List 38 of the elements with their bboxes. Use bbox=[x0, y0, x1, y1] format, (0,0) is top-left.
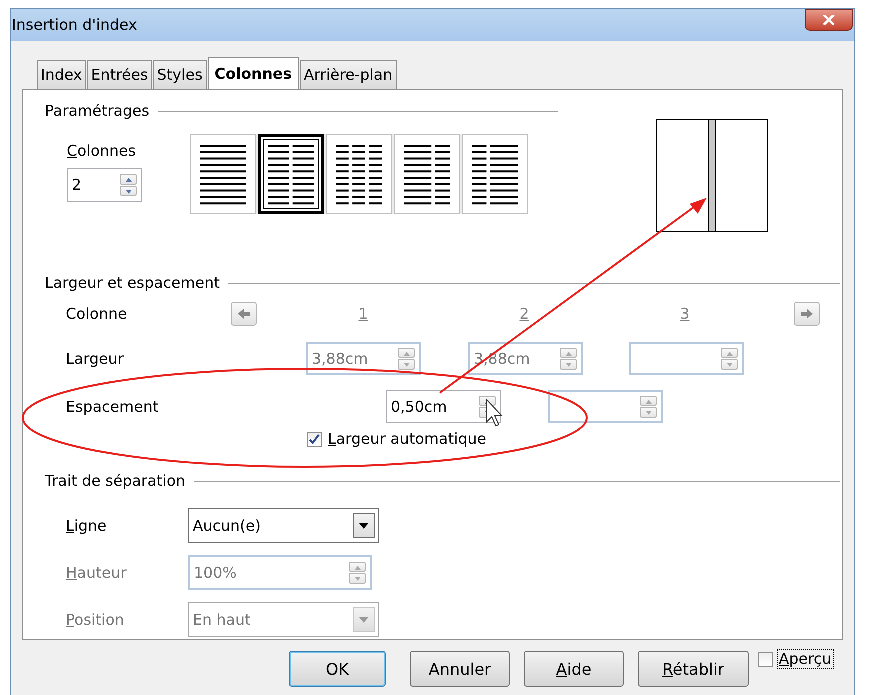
column-number: 2 bbox=[518, 305, 530, 323]
column-label: Colonne bbox=[66, 305, 128, 323]
spacing-label: Espacement bbox=[66, 398, 160, 416]
mouse-pointer-icon bbox=[486, 398, 504, 427]
columns-spin-field[interactable]: 2 bbox=[67, 168, 142, 202]
window-title: Insertion d'index bbox=[12, 16, 138, 34]
checkbox-label: Largeur automatique bbox=[328, 430, 487, 448]
close-icon bbox=[822, 15, 836, 25]
group-title: Paramétrages bbox=[45, 102, 150, 120]
dialog-button[interactable]: Rétablir bbox=[638, 651, 749, 687]
checkbox[interactable] bbox=[307, 432, 322, 446]
group-title: Trait de séparation bbox=[45, 472, 186, 490]
right-arrow-icon bbox=[801, 309, 813, 319]
dialog-button[interactable]: Aide bbox=[524, 651, 624, 687]
tab[interactable]: Index bbox=[37, 60, 86, 89]
tab[interactable]: Arrière-plan bbox=[300, 60, 397, 89]
close-button[interactable] bbox=[805, 9, 853, 31]
field-label: Ligne bbox=[66, 516, 108, 534]
tab[interactable]: Colonnes bbox=[208, 57, 300, 90]
width-label: Largeur bbox=[66, 350, 125, 368]
next-columns-button[interactable] bbox=[794, 302, 820, 326]
checkbox-label: Aperçu bbox=[777, 649, 834, 669]
field-label: Hauteur bbox=[66, 564, 128, 582]
column-layout-option[interactable] bbox=[258, 134, 324, 214]
group-title: Largeur et espacement bbox=[45, 274, 220, 292]
dropdown-field[interactable]: Aucun(e) bbox=[188, 508, 379, 543]
spacing-spin-field[interactable]: 0,50cm bbox=[386, 390, 501, 423]
checkbox[interactable] bbox=[758, 652, 773, 666]
field-label: Position bbox=[66, 610, 126, 628]
left-arrow-icon bbox=[238, 309, 250, 319]
dialog-button[interactable]: Annuler bbox=[410, 651, 510, 687]
tab[interactable]: Entrées bbox=[87, 60, 152, 89]
columns-label: Colonnes bbox=[67, 142, 138, 160]
previous-columns-button[interactable] bbox=[231, 302, 257, 326]
column-number: 1 bbox=[358, 305, 370, 323]
column-number: 3 bbox=[679, 305, 691, 323]
dialog-button[interactable]: OK bbox=[289, 651, 386, 687]
tab[interactable]: Styles bbox=[153, 60, 207, 89]
